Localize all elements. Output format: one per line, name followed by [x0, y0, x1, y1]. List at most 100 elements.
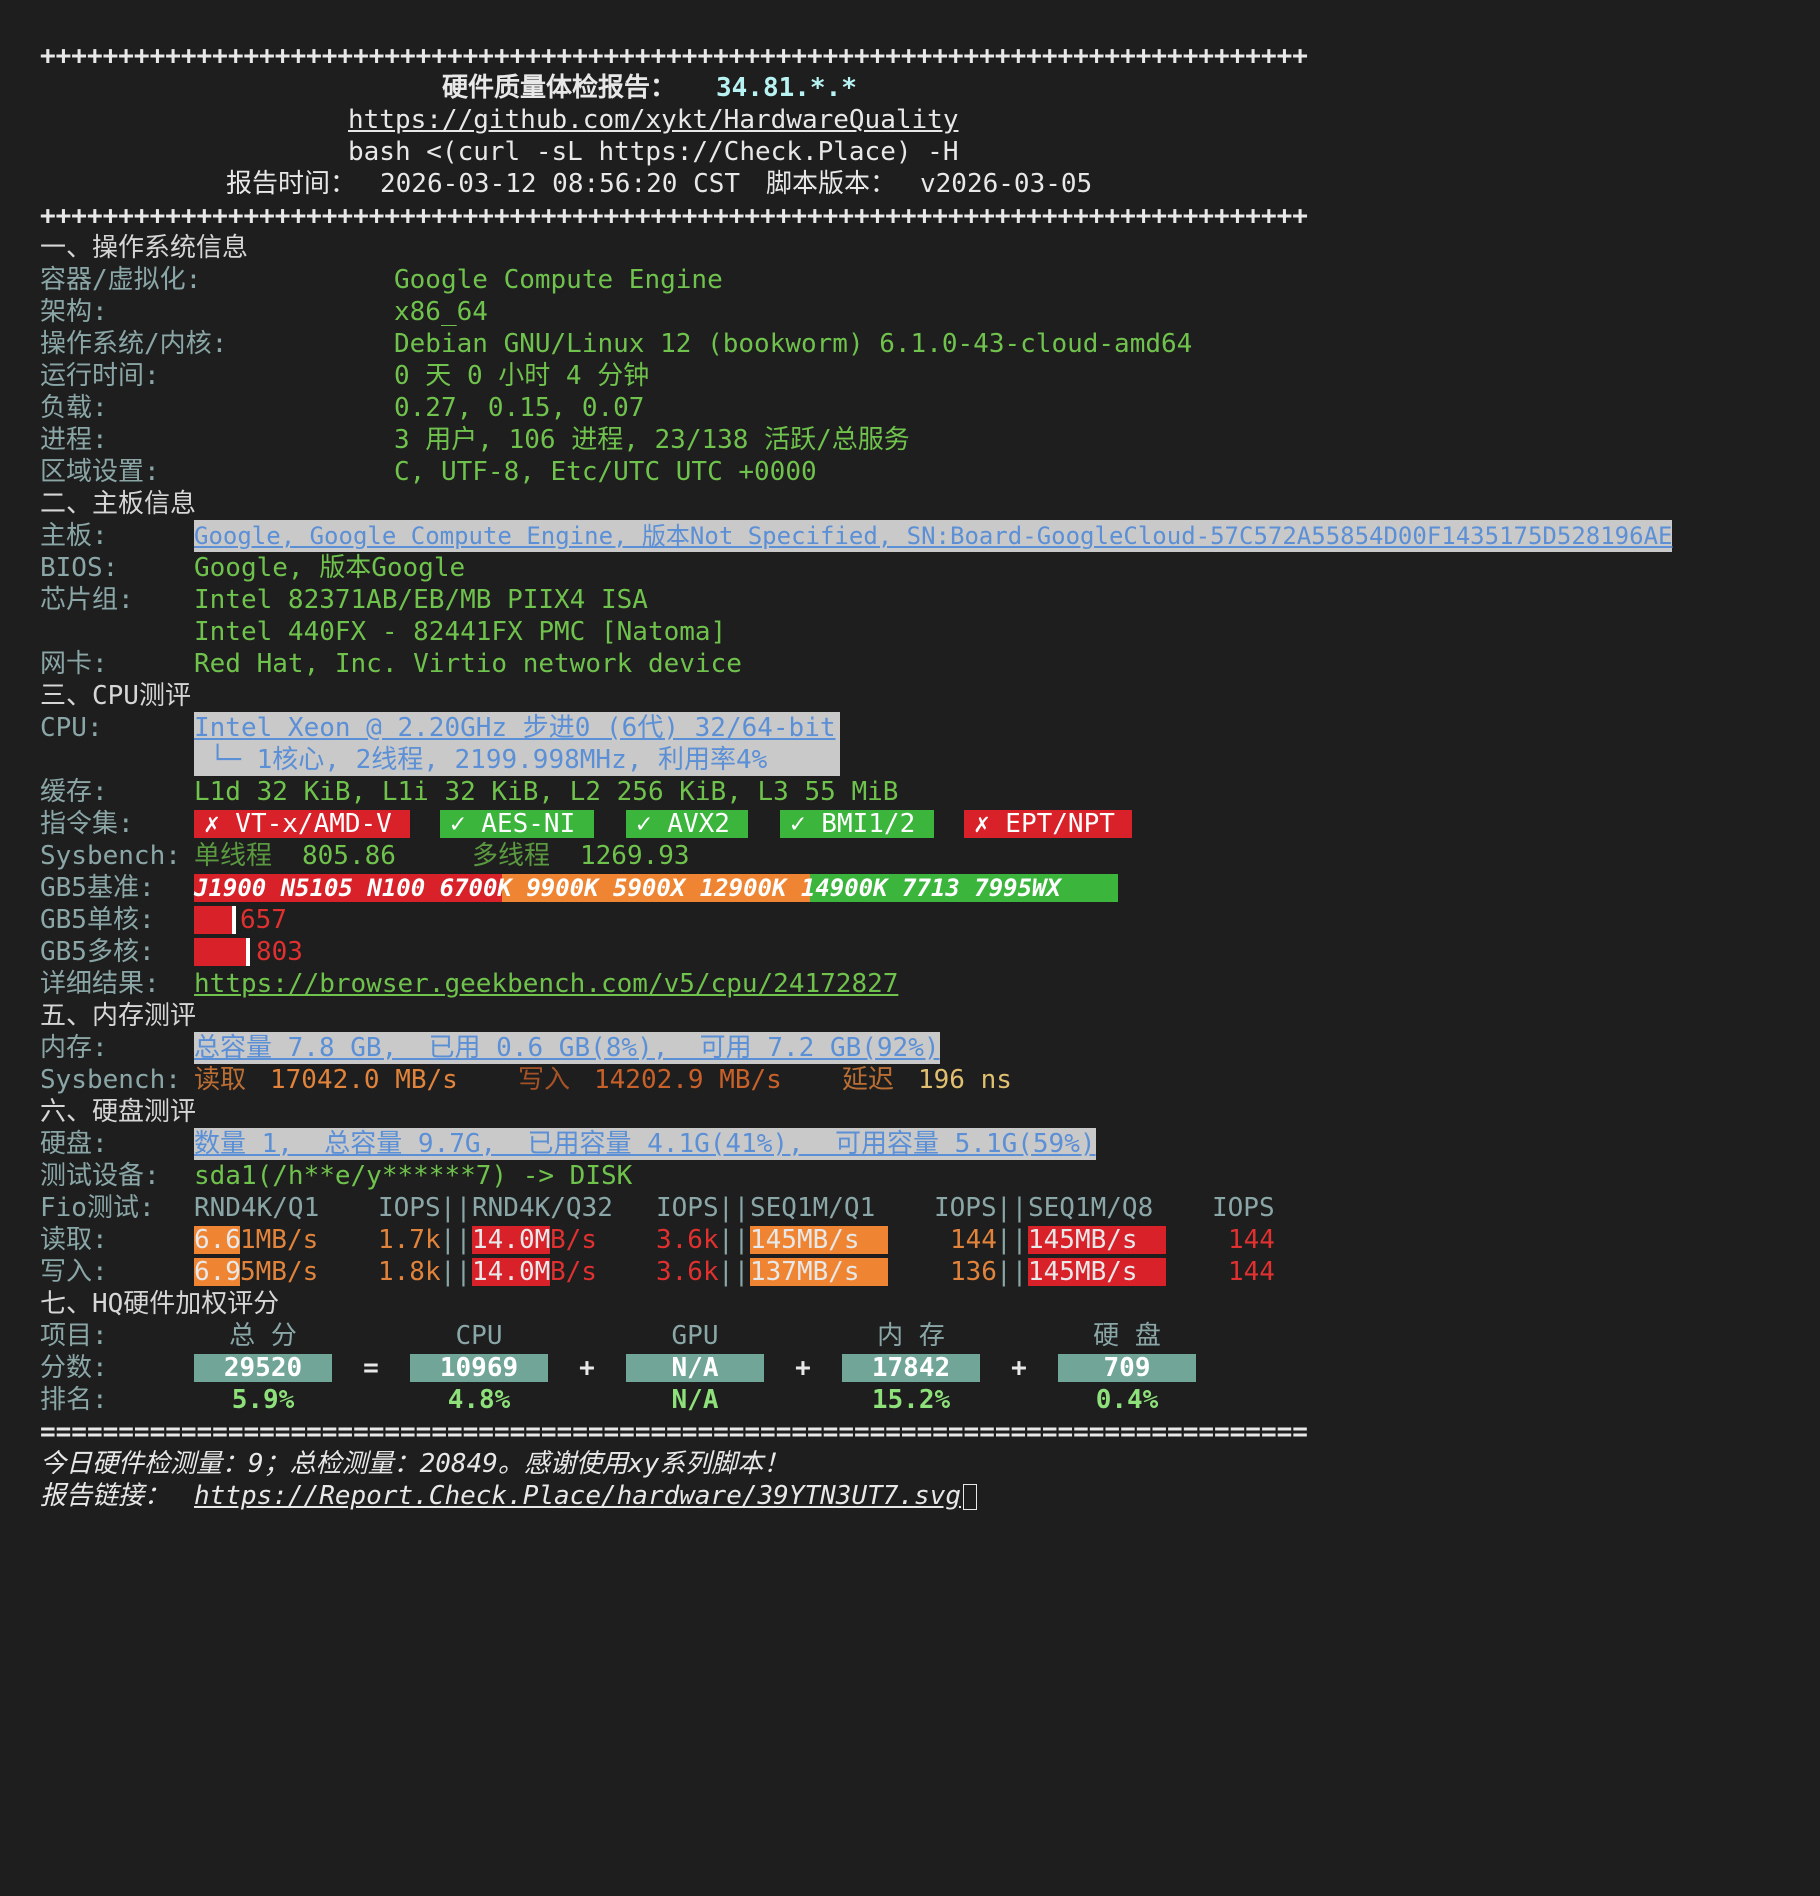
fio-read-label: 读取:: [40, 1225, 108, 1255]
gb5-multi-label: GB5多核:: [40, 937, 155, 967]
memory-row: 内存: 总容量 7.8 GB, 已用 0.6 GB(8%), 可用 7.2 GB…: [0, 1032, 1820, 1064]
gb5-single-bar: [194, 906, 234, 934]
rank-memory: 15.2%: [871, 1385, 951, 1415]
section-board-heading: 二、主板信息: [0, 488, 1820, 520]
board-row: 主板: Google, Google Compute Engine, 版本Not…: [0, 520, 1820, 552]
board-label: 主板:: [40, 521, 108, 551]
fio-bw: 145MB/s: [1028, 1225, 1138, 1255]
nic-row: 网卡: Red Hat, Inc. Virtio network device: [0, 648, 1820, 680]
fio-bw: 14.0M: [472, 1257, 551, 1287]
report-link-label: 报告链接：: [40, 1481, 171, 1511]
score-item-gpu: GPU: [671, 1321, 719, 1351]
fio-col-iops: IOPS: [656, 1193, 719, 1223]
fio-bw: 6.9: [194, 1257, 241, 1287]
mem-read-value: 17042.0 MB/s: [270, 1065, 458, 1095]
terminal-window: ++++++++++++++++++++++++++++++++++++++++…: [0, 0, 1820, 1562]
repo-link[interactable]: https://github.com/xykt/HardwareQuality: [348, 104, 958, 136]
cpu-sysbench-row: Sysbench: 单线程 805.86 多线程 1269.93: [0, 840, 1820, 872]
section-heading: 二、主板信息: [40, 489, 197, 519]
os-label: 运行时间:: [40, 361, 160, 391]
cpu-row: CPU: Intel Xeon @ 2.20GHz 步进0 (6代) 32/64…: [0, 712, 1820, 744]
border-line: ++++++++++++++++++++++++++++++++++++++++…: [40, 201, 1308, 231]
rank-gpu: N/A: [671, 1385, 719, 1415]
os-value: Google Compute Engine: [394, 265, 723, 295]
bios-row: BIOS: Google, 版本Google: [0, 552, 1820, 584]
os-label: 负载:: [40, 393, 108, 423]
geekbench-link[interactable]: https://browser.geekbench.com/v5/cpu/241…: [194, 968, 898, 1000]
fio-header-row: Fio测试: RND4K/Q1 IOPS || RND4K/Q32 IOPS |…: [0, 1192, 1820, 1224]
fio-col-iops: IOPS: [1212, 1193, 1275, 1223]
section-os-heading: 一、操作系统信息: [0, 232, 1820, 264]
score-item-label: 项目:: [40, 1321, 108, 1351]
chipset-row: 芯片组: Intel 82371AB/EB/MB PIIX4 ISA: [0, 584, 1820, 616]
section-memory-heading: 五、内存测评: [0, 1000, 1820, 1032]
fio-col-sep: ||: [718, 1193, 750, 1223]
section-heading: 六、硬盘测评: [40, 1097, 197, 1127]
device-row: 测试设备: sda1(/h**e/y******7) -> DISK: [0, 1160, 1820, 1192]
fio-col-sep: ||: [440, 1193, 472, 1223]
fio-bw-rest: B/s: [550, 1257, 597, 1287]
border-line: ++++++++++++++++++++++++++++++++++++++++…: [40, 41, 1308, 71]
report-time-value: 2026-03-12 08:56:20 CST: [380, 169, 741, 199]
footer-report-row: 报告链接： https://Report.Check.Place/hardwar…: [0, 1480, 1820, 1512]
report-link[interactable]: https://Report.Check.Place/hardware/39YT…: [194, 1481, 961, 1511]
score-disk: 709: [1058, 1354, 1196, 1382]
score-values-row: 分数: 29520 = 10969 + N/A + 17842 + 709: [0, 1352, 1820, 1384]
gb5-single-row: GB5单核: 657: [0, 904, 1820, 936]
fio-bw: 6.6: [194, 1225, 241, 1255]
os-row: 运行时间: 0 天 0 小时 4 分钟: [0, 360, 1820, 392]
fio-bw: 145MB/s: [750, 1225, 860, 1255]
score-item-memory: 内 存: [877, 1321, 945, 1351]
score-operator: +: [795, 1353, 811, 1383]
fio-label: Fio测试:: [40, 1193, 155, 1223]
command-row: bash <(curl -sL https://Check.Place) -H: [0, 136, 1820, 168]
fio-iops: 3.6k: [656, 1257, 719, 1287]
memory-sysbench-row: Sysbench: 读取 17042.0 MB/s 写入 14202.9 MB/…: [0, 1064, 1820, 1096]
fio-bw: 145MB/s: [1028, 1257, 1138, 1287]
os-row: 容器/虚拟化: Google Compute Engine: [0, 264, 1820, 296]
section-heading: 三、CPU测评: [40, 681, 191, 711]
isa-badge-avx2: ✓ AVX2: [626, 810, 748, 838]
chipset-label: 芯片组:: [40, 585, 134, 615]
fio-col-iops: IOPS: [934, 1193, 997, 1223]
score-items-row: 项目: 总 分 CPU GPU 内 存 硬 盘: [0, 1320, 1820, 1352]
mem-latency-value: 196 ns: [918, 1065, 1012, 1095]
board-value: Google, Google Compute Engine, 版本Not Spe…: [194, 520, 1673, 552]
os-label: 区域设置:: [40, 457, 160, 487]
os-label: 架构:: [40, 297, 108, 327]
memory-value: 总容量 7.8 GB, 已用 0.6 GB(8%), 可用 7.2 GB(92%…: [194, 1032, 940, 1064]
single-thread-label: 单线程: [194, 841, 273, 871]
rank-total: 5.9%: [231, 1385, 295, 1415]
os-value: 0.27, 0.15, 0.07: [394, 393, 645, 423]
fio-col-iops: IOPS: [378, 1193, 441, 1223]
memory-label: 内存:: [40, 1033, 108, 1063]
score-gpu: N/A: [626, 1354, 764, 1382]
gb5-multi-bar: [194, 938, 246, 966]
script-version-value: v2026-03-05: [920, 169, 1093, 199]
chipset-row-2: Intel 440FX - 82441FX PMC [Natoma]: [0, 616, 1820, 648]
gb5-multi-row: GB5多核: 803: [0, 936, 1820, 968]
gb5-multi-value: 803: [256, 937, 303, 967]
device-value: sda1(/h**e/y******7) -> DISK: [194, 1161, 633, 1191]
fio-col-name: SEQ1M/Q8: [1028, 1193, 1154, 1223]
score-value-label: 分数:: [40, 1353, 108, 1383]
mem-latency-label: 延迟: [842, 1065, 895, 1095]
fio-bw: 137MB/s: [750, 1257, 860, 1287]
gb5-single-value: 657: [240, 905, 287, 935]
isa-badge-bmi: ✓ BMI1/2: [780, 810, 934, 838]
nic-value: Red Hat, Inc. Virtio network device: [194, 649, 742, 679]
isa-badge-ept: ✗ EPT/NPT: [964, 810, 1132, 838]
score-cpu: 10969: [410, 1354, 548, 1382]
mem-write-label: 写入: [518, 1065, 571, 1095]
section-cpu-heading: 三、CPU测评: [0, 680, 1820, 712]
fio-col-sep: ||: [718, 1257, 750, 1287]
multi-thread-value: 1269.93: [580, 841, 690, 871]
score-rank-label: 排名:: [40, 1385, 108, 1415]
fio-bw-rest: 5MB/s: [240, 1257, 319, 1287]
fio-iops: 144: [1228, 1225, 1275, 1255]
score-operator: =: [363, 1353, 379, 1383]
score-operator: +: [579, 1353, 595, 1383]
disk-label: 硬盘:: [40, 1129, 108, 1159]
score-ranks-row: 排名: 5.9% 4.8% N/A 15.2% 0.4%: [0, 1384, 1820, 1416]
os-value: Debian GNU/Linux 12 (bookworm) 6.1.0-43-…: [394, 329, 1193, 359]
